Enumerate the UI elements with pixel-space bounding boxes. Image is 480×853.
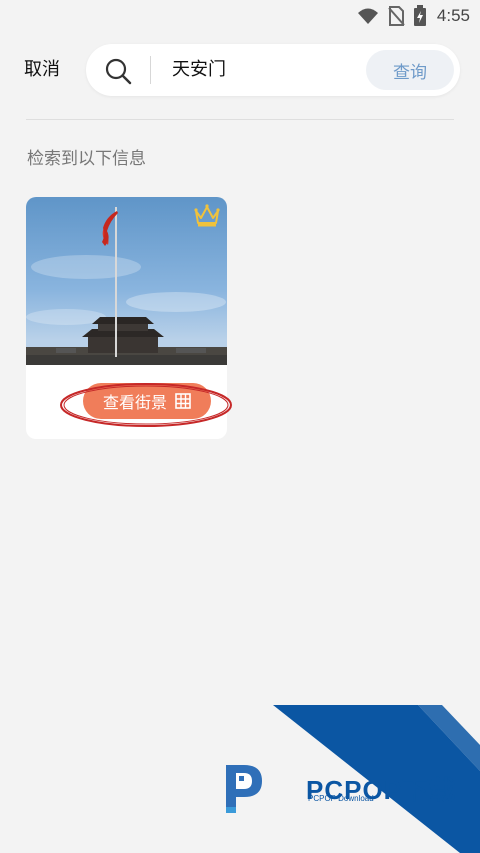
search-box[interactable]: 天安门 查询 xyxy=(86,44,460,96)
result-card[interactable]: 查看街景 xyxy=(26,197,227,439)
grid-icon xyxy=(175,393,191,409)
search-input[interactable]: 天安门 xyxy=(172,58,226,82)
wifi-icon xyxy=(357,8,378,24)
status-bar: 4:55 xyxy=(0,0,480,32)
watermark-subtext: PCPOP Download xyxy=(308,794,374,803)
battery-charging-icon xyxy=(413,5,426,26)
search-divider xyxy=(150,56,151,84)
crown-icon xyxy=(194,204,220,227)
status-icons: 4:55 xyxy=(357,4,470,28)
search-icon[interactable] xyxy=(104,57,132,85)
no-sim-icon xyxy=(388,6,405,26)
street-view-label: 查看街景 xyxy=(102,393,167,412)
street-view-button[interactable]: 查看街景 xyxy=(83,383,211,419)
status-time: 4:55 xyxy=(436,6,470,25)
query-button[interactable]: 查询 xyxy=(366,50,454,90)
cancel-button[interactable]: 取消 xyxy=(24,58,60,82)
header-divider xyxy=(26,119,454,120)
results-label: 检索到以下信息 xyxy=(27,149,146,169)
